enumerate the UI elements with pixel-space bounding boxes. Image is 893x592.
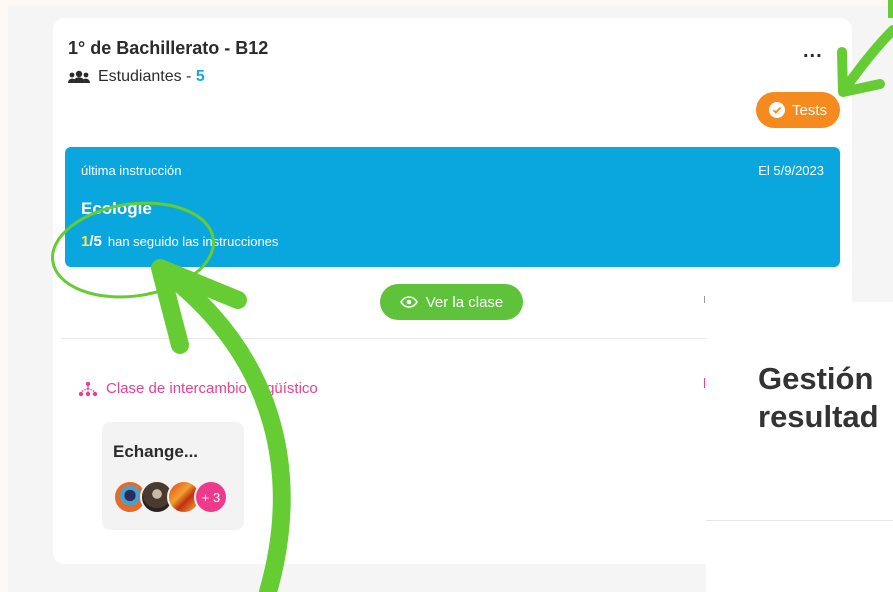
verified-check-icon (768, 102, 785, 118)
exchange-group-name: Echange... (113, 442, 199, 461)
progress-total: /5 (89, 233, 102, 250)
more-members-badge: + 3 (194, 480, 228, 514)
tests-button[interactable]: Tests (756, 92, 840, 128)
section-divider (61, 338, 711, 339)
results-panel: Gestión resultad (706, 302, 893, 592)
view-class-label: Ver la clase (425, 293, 504, 311)
instruction-topic: Ecologie (81, 199, 152, 218)
more-dots-icon[interactable]: ... (803, 40, 823, 63)
students-label: Estudiantes - (98, 68, 196, 85)
eye-icon (399, 296, 418, 308)
member-avatars: + 3 (113, 480, 228, 514)
edge-mark (704, 296, 705, 303)
students-info: Estudiantes - 5 (68, 68, 205, 86)
last-instruction-label: última instrucción (81, 163, 182, 178)
tests-label: Tests (791, 101, 827, 119)
last-instruction-banner[interactable]: última instrucción El 5/9/2023 Ecologie … (65, 147, 840, 267)
view-class-button[interactable]: Ver la clase (380, 284, 523, 320)
network-icon (78, 381, 98, 396)
instruction-progress: 1/5 han seguido las instrucciones (81, 233, 278, 250)
exchange-class-label: Clase de intercambio lingüístico (106, 380, 318, 397)
results-heading-line2: resultad (758, 399, 879, 434)
exchange-class-link[interactable]: Clase de intercambio lingüístico (78, 380, 318, 397)
results-heading-line1: Gestión (758, 361, 874, 396)
panel-divider (706, 520, 893, 521)
results-heading: Gestión resultad (758, 360, 893, 436)
progress-text: han seguido las instrucciones (107, 234, 279, 249)
last-instruction-date: El 5/9/2023 (758, 163, 824, 178)
users-icon (68, 70, 90, 83)
students-count: 5 (195, 68, 205, 85)
class-title: 1° de Bachillerato - B12 (68, 38, 269, 58)
exchange-group-card[interactable]: Echange... + 3 (102, 422, 244, 530)
edge-mark (704, 378, 705, 388)
